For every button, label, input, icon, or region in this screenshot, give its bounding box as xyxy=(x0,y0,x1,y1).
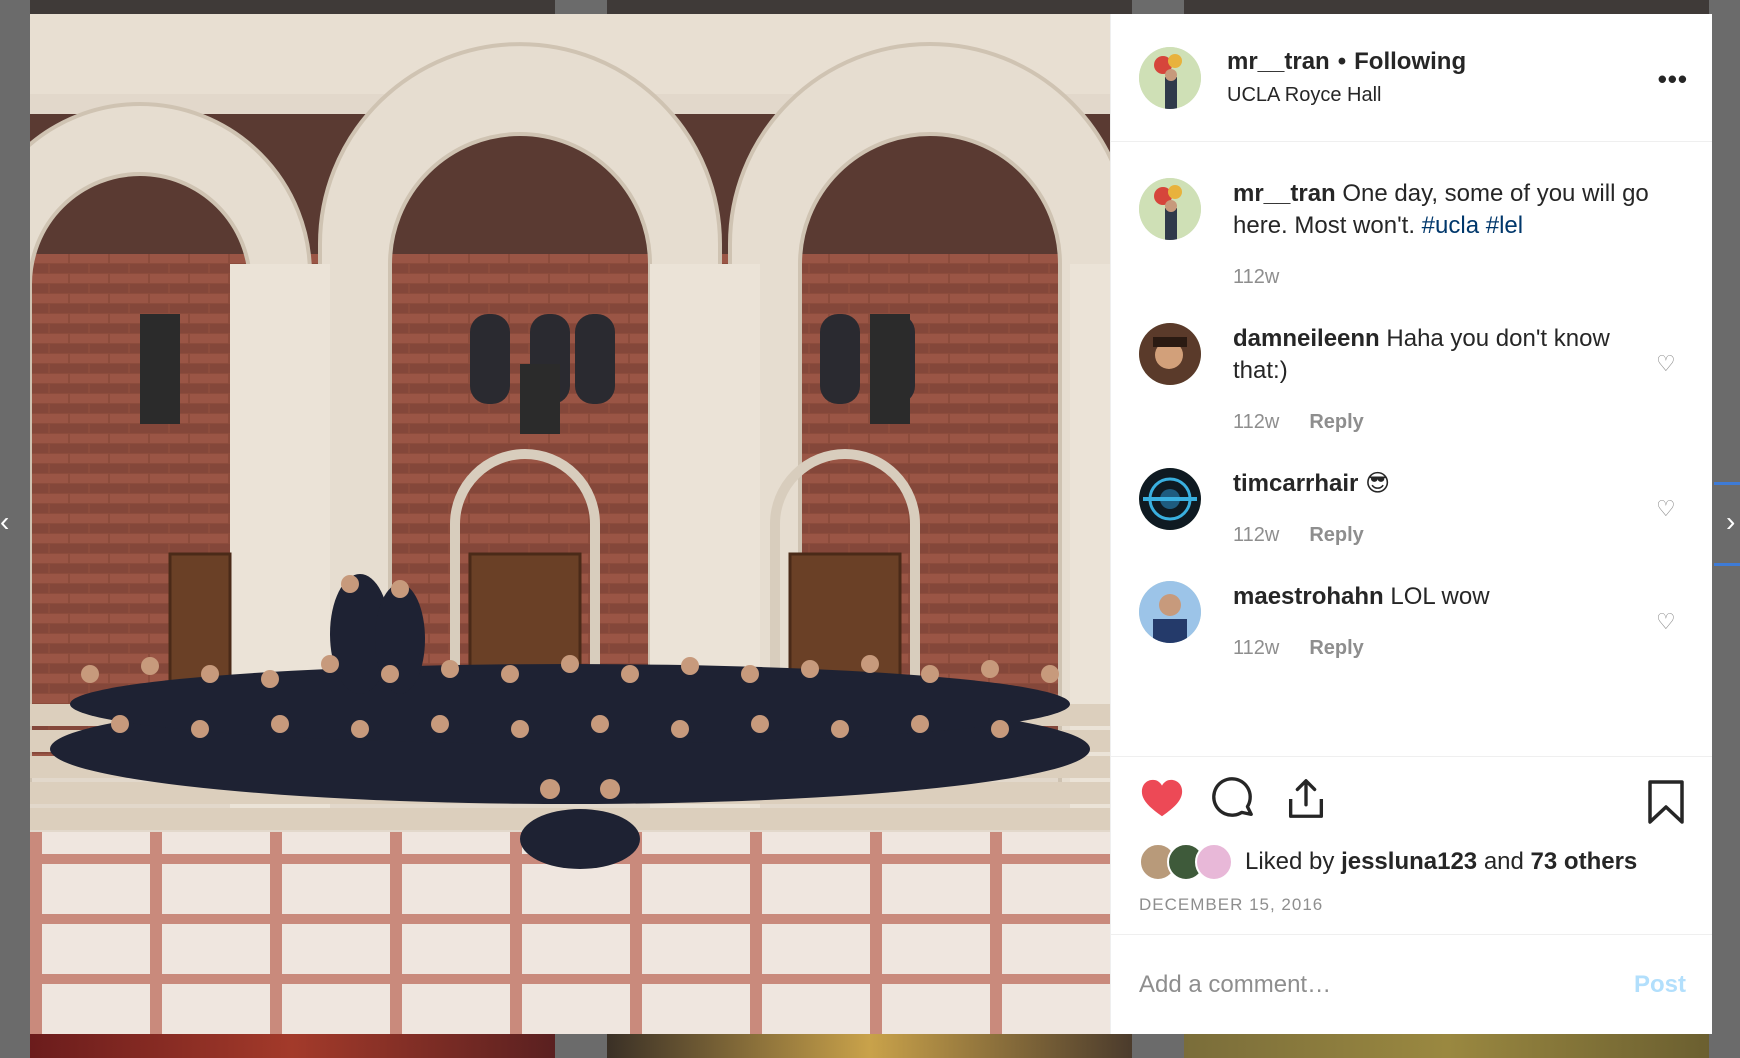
feed-tile xyxy=(30,0,555,14)
comment-item: timcarrhair 😎 112w Reply ♡ xyxy=(1139,468,1686,547)
feed-tile xyxy=(1184,1034,1709,1058)
comment-age[interactable]: 112w xyxy=(1233,524,1279,547)
likes-summary: Liked by jessluna123 and 73 others xyxy=(1245,848,1637,876)
avatar-image xyxy=(1139,581,1201,643)
feed-tile xyxy=(30,1034,555,1058)
post-modal: mr__tran • Following UCLA Royce Hall ••• xyxy=(30,14,1712,1034)
liker-username-link[interactable]: jessluna123 xyxy=(1341,848,1477,875)
following-button[interactable]: Following xyxy=(1354,48,1466,76)
post-date[interactable]: DECEMBER 15, 2016 xyxy=(1139,895,1686,915)
avatar[interactable] xyxy=(1139,468,1201,530)
comment-age[interactable]: 112w xyxy=(1233,411,1279,434)
username-link[interactable]: mr__tran xyxy=(1227,48,1330,76)
post-actions: Liked by jessluna123 and 73 others DECEM… xyxy=(1111,756,1712,934)
avatar-image xyxy=(1139,323,1201,385)
comment-icon[interactable] xyxy=(1211,776,1257,822)
avatar-image xyxy=(1139,46,1201,109)
reply-button[interactable]: Reply xyxy=(1309,637,1363,660)
likes-others-link[interactable]: 73 others xyxy=(1531,848,1638,875)
comment-input[interactable] xyxy=(1139,970,1579,999)
liker-avatars[interactable] xyxy=(1139,843,1233,881)
share-icon[interactable] xyxy=(1283,776,1329,822)
comment-age[interactable]: 112w xyxy=(1233,266,1279,289)
likes-prefix: Liked by xyxy=(1245,848,1335,875)
next-post-accent xyxy=(1714,482,1740,566)
likes-joiner: and xyxy=(1483,848,1524,875)
heart-icon[interactable]: ♡ xyxy=(1656,498,1678,520)
royce-hall-photo xyxy=(30,14,1110,1034)
hashtag-link[interactable]: #lel xyxy=(1486,212,1523,239)
feed-tile xyxy=(1184,0,1709,14)
avatar[interactable] xyxy=(1139,178,1201,240)
avatar-image xyxy=(1139,178,1201,240)
comment-age[interactable]: 112w xyxy=(1233,637,1279,660)
feed-tile xyxy=(607,1034,1132,1058)
post-photo xyxy=(30,14,1110,1034)
post-header: mr__tran • Following UCLA Royce Hall ••• xyxy=(1111,14,1712,142)
avatar[interactable] xyxy=(1139,581,1201,643)
avatar[interactable] xyxy=(1139,46,1201,109)
post-comment-button[interactable]: Post xyxy=(1634,971,1686,999)
avatar-image xyxy=(1139,468,1201,530)
heart-icon[interactable]: ♡ xyxy=(1656,353,1678,375)
heart-icon[interactable]: ♡ xyxy=(1656,611,1678,633)
reply-button[interactable]: Reply xyxy=(1309,524,1363,547)
comment-username[interactable]: timcarrhair xyxy=(1233,470,1358,497)
avatar xyxy=(1195,843,1233,881)
caption: mr__tran One day, some of you will go he… xyxy=(1139,178,1686,289)
comments-list: mr__tran One day, some of you will go he… xyxy=(1111,142,1712,756)
more-horizontal-icon[interactable]: ••• xyxy=(1658,64,1688,95)
comment-username[interactable]: damneileenn xyxy=(1233,325,1380,352)
comment-item: damneileenn Haha you don't know that:) 1… xyxy=(1139,323,1686,434)
post-details-panel: mr__tran • Following UCLA Royce Hall ••• xyxy=(1110,14,1712,1034)
comment-username[interactable]: maestrohahn xyxy=(1233,583,1384,610)
reply-button[interactable]: Reply xyxy=(1309,411,1363,434)
bookmark-icon[interactable] xyxy=(1646,779,1686,825)
feed-tile xyxy=(607,0,1132,14)
comment-username[interactable]: mr__tran xyxy=(1233,180,1336,207)
comment-text: LOL wow xyxy=(1390,583,1490,610)
location-link[interactable]: UCLA Royce Hall xyxy=(1227,84,1466,107)
hashtag-link[interactable]: #ucla xyxy=(1422,212,1479,239)
avatar[interactable] xyxy=(1139,323,1201,385)
separator-dot: • xyxy=(1337,48,1347,75)
comment-text: 😎 xyxy=(1365,470,1391,497)
comment-item: maestrohahn LOL wow 112w Reply ♡ xyxy=(1139,581,1686,660)
heart-filled-icon[interactable] xyxy=(1139,776,1185,822)
feed-backdrop-top xyxy=(0,0,1740,14)
feed-backdrop-bottom xyxy=(0,1034,1740,1058)
add-comment-bar: Post xyxy=(1111,934,1712,1034)
previous-post-icon[interactable]: ‹ xyxy=(0,505,14,539)
